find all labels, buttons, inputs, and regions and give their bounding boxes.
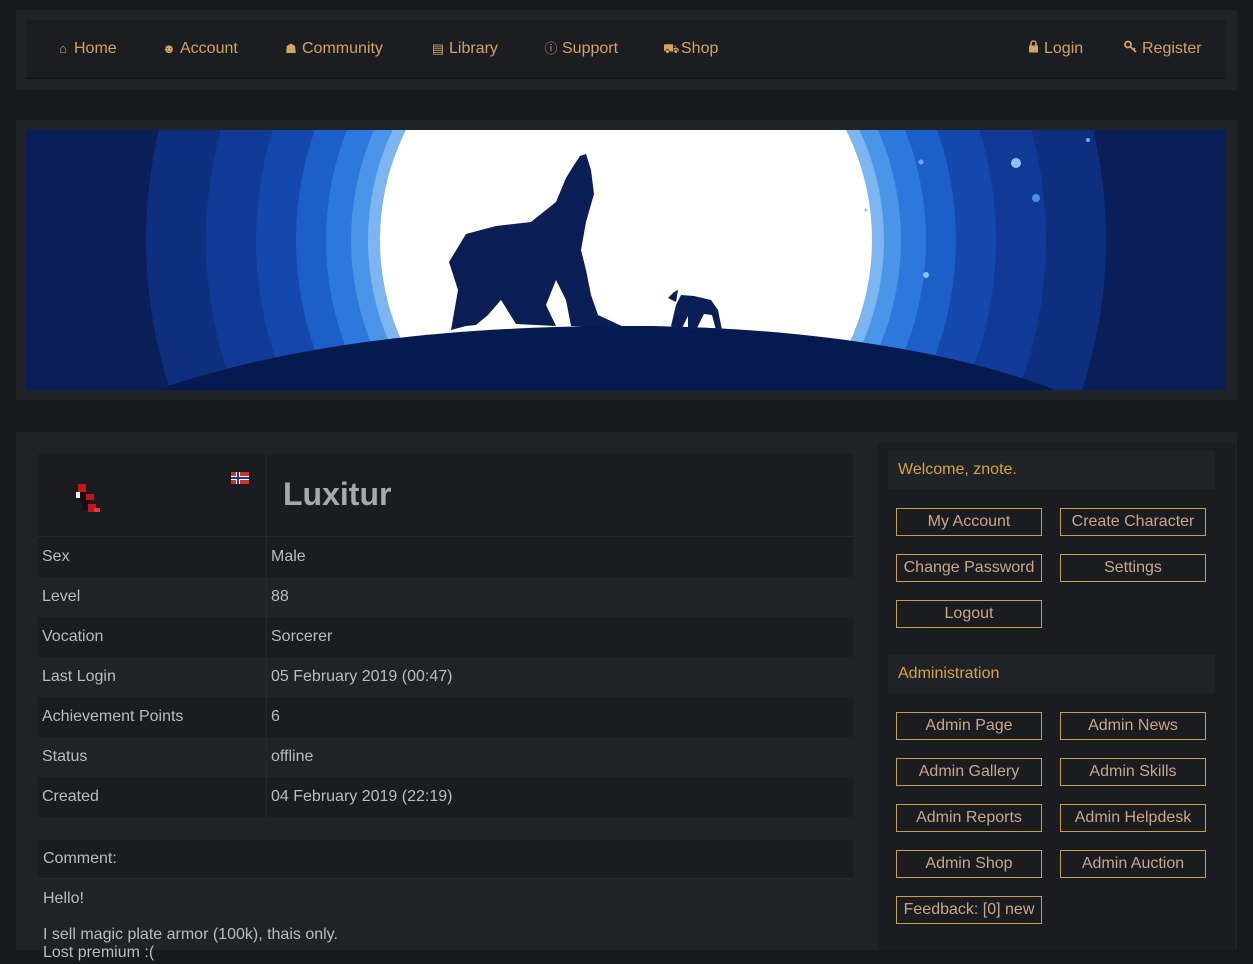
row-divider	[266, 657, 267, 697]
nav-community-label: Community	[302, 40, 383, 57]
admin-news-button[interactable]: Admin News	[1060, 712, 1206, 740]
banner-frame	[16, 120, 1237, 400]
change-password-button[interactable]: Change Password	[896, 554, 1042, 582]
character-profile-table: Luxitur Sex Male Level 88 Vocation Sorcerer…	[38, 454, 853, 817]
nav-library-label: Library	[449, 40, 498, 57]
row-divider	[266, 777, 267, 817]
row-divider	[266, 617, 267, 657]
comment-section: Comment: Hello! I sell magic plate armor…	[38, 840, 853, 964]
profile-header: Luxitur	[38, 454, 853, 537]
row-divider	[266, 697, 267, 737]
info-row-sex: Sex Male	[38, 537, 853, 577]
settings-button[interactable]: Settings	[1060, 554, 1206, 582]
info-icon: ⓘ	[544, 41, 558, 56]
row-label: Created	[42, 788, 99, 805]
admin-helpdesk-button[interactable]: Admin Helpdesk	[1060, 804, 1206, 832]
admin-gallery-button[interactable]: Admin Gallery	[896, 758, 1042, 786]
admin-shop-button[interactable]: Admin Shop	[896, 850, 1042, 878]
home-icon: ⌂	[59, 41, 67, 56]
character-name: Luxitur	[283, 476, 392, 512]
info-row-status: Status offline	[38, 737, 853, 777]
create-character-button[interactable]: Create Character	[1060, 508, 1206, 536]
nav-account-label: Account	[180, 40, 238, 57]
norway-flag-icon	[231, 472, 249, 484]
nav-shop-label: Shop	[681, 40, 719, 57]
logout-button[interactable]: Logout	[896, 600, 1042, 628]
administration-title: Administration	[888, 655, 1215, 693]
nav-home[interactable]: ⌂ Home	[56, 20, 117, 78]
character-sprite-icon	[76, 484, 100, 512]
avatar-cell	[38, 454, 267, 536]
info-row-last-login: Last Login 05 February 2019 (00:47)	[38, 657, 853, 697]
info-row-created: Created 04 February 2019 (22:19)	[38, 777, 853, 817]
nav-login[interactable]: Login	[1026, 20, 1083, 78]
book-icon: ▤	[431, 41, 445, 56]
row-value: 04 February 2019 (22:19)	[271, 788, 453, 805]
row-value: Male	[271, 548, 306, 565]
row-label: Level	[42, 588, 81, 605]
main-content: Luxitur Sex Male Level 88 Vocation Sorcerer…	[16, 432, 1237, 961]
navbar-inner: ⌂ Home ☻ Account ☗ Community ▤ Library ⓘ Supp…	[26, 20, 1226, 79]
howling-wolf-illustration	[26, 130, 1226, 390]
key-icon	[1124, 20, 1138, 78]
sidebar: Welcome, znote. My Account Create Charac…	[878, 443, 1235, 950]
row-value: 05 February 2019 (00:47)	[271, 668, 453, 685]
row-divider	[266, 537, 267, 577]
row-label: Last Login	[42, 668, 116, 685]
comment-line: I sell magic plate armor (100k), thais o…	[43, 926, 338, 943]
info-row-level: Level 88	[38, 577, 853, 617]
feedback-button[interactable]: Feedback: [0] new	[896, 896, 1042, 924]
admin-auction-button[interactable]: Admin Auction	[1060, 850, 1206, 878]
admin-page-button[interactable]: Admin Page	[896, 712, 1042, 740]
comment-line: Lost premium :(	[43, 944, 155, 961]
nav-register-label: Register	[1142, 40, 1202, 57]
row-value: offline	[271, 748, 314, 765]
user-circle-icon: ☻	[162, 41, 176, 56]
row-divider	[266, 737, 267, 777]
top-navbar: ⌂ Home ☻ Account ☗ Community ▤ Library ⓘ Supp…	[16, 10, 1237, 90]
lock-icon	[1026, 20, 1040, 78]
nav-support-label: Support	[562, 40, 619, 57]
nav-home-label: Home	[74, 40, 117, 57]
comment-label: Comment:	[38, 840, 853, 879]
row-label: Sex	[42, 548, 70, 565]
nav-login-label: Login	[1044, 40, 1084, 57]
row-label: Vocation	[42, 628, 104, 645]
row-label: Achievement Points	[42, 708, 184, 725]
nav-register[interactable]: Register	[1124, 20, 1202, 78]
comment-line: Hello!	[43, 890, 84, 907]
banner-image	[26, 130, 1226, 390]
cart-icon: ⛟	[663, 41, 680, 56]
nav-support[interactable]: ⓘ Support	[544, 20, 618, 78]
users-icon: ☗	[285, 41, 297, 56]
comment-text: Hello! I sell magic plate armor (100k), …	[38, 879, 853, 964]
info-row-vocation: Vocation Sorcerer	[38, 617, 853, 657]
nav-community[interactable]: ☗ Community	[284, 20, 383, 78]
row-label: Status	[42, 748, 88, 765]
row-value: Sorcerer	[271, 628, 333, 645]
nav-library[interactable]: ▤ Library	[431, 20, 498, 78]
nav-shop[interactable]: ⛟ Shop	[663, 20, 718, 78]
admin-reports-button[interactable]: Admin Reports	[896, 804, 1042, 832]
row-divider	[266, 577, 267, 617]
row-value: 6	[271, 708, 280, 725]
admin-skills-button[interactable]: Admin Skills	[1060, 758, 1206, 786]
my-account-button[interactable]: My Account	[896, 508, 1042, 536]
info-row-achievement-points: Achievement Points 6	[38, 697, 853, 737]
welcome-title: Welcome, znote.	[888, 451, 1215, 489]
nav-account[interactable]: ☻ Account	[162, 20, 238, 78]
row-value: 88	[271, 588, 289, 605]
